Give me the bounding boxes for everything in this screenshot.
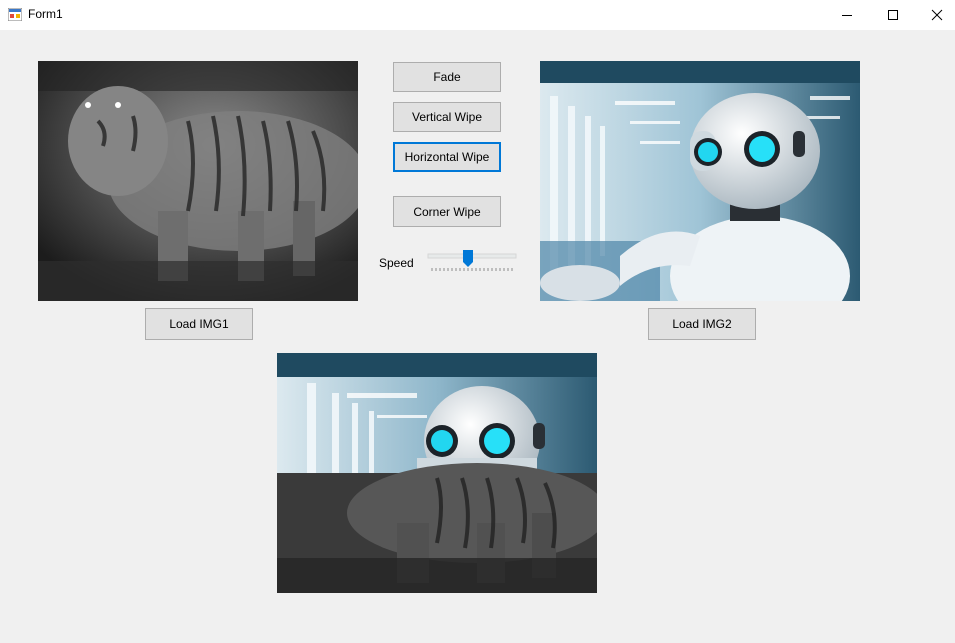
trackbar-thumb[interactable] xyxy=(463,250,473,267)
corner-wipe-button[interactable]: Corner Wipe xyxy=(393,196,501,227)
maximize-icon xyxy=(888,10,898,20)
title-bar[interactable]: Form1 xyxy=(0,0,955,30)
image2-picturebox xyxy=(540,61,860,301)
maximize-button[interactable] xyxy=(870,0,916,30)
load-img2-button[interactable]: Load IMG2 xyxy=(648,308,756,340)
robot-image xyxy=(540,61,860,301)
transition-preview-image xyxy=(277,353,597,593)
close-icon xyxy=(931,9,943,21)
fade-button[interactable]: Fade xyxy=(393,62,501,92)
load-img1-button[interactable]: Load IMG1 xyxy=(145,308,253,340)
trackbar-ticks xyxy=(431,268,513,271)
minimize-icon xyxy=(842,15,852,16)
image1-picturebox xyxy=(38,61,358,301)
window-title: Form1 xyxy=(28,7,63,21)
speed-trackbar[interactable] xyxy=(426,248,518,274)
output-picturebox xyxy=(277,353,597,593)
close-button[interactable] xyxy=(914,0,955,30)
tiger-image xyxy=(38,61,358,301)
minimize-button[interactable] xyxy=(824,0,870,30)
speed-label: Speed xyxy=(379,256,414,270)
horizontal-wipe-button[interactable]: Horizontal Wipe xyxy=(393,142,501,172)
form-app-icon xyxy=(7,7,23,22)
vertical-wipe-button[interactable]: Vertical Wipe xyxy=(393,102,501,132)
